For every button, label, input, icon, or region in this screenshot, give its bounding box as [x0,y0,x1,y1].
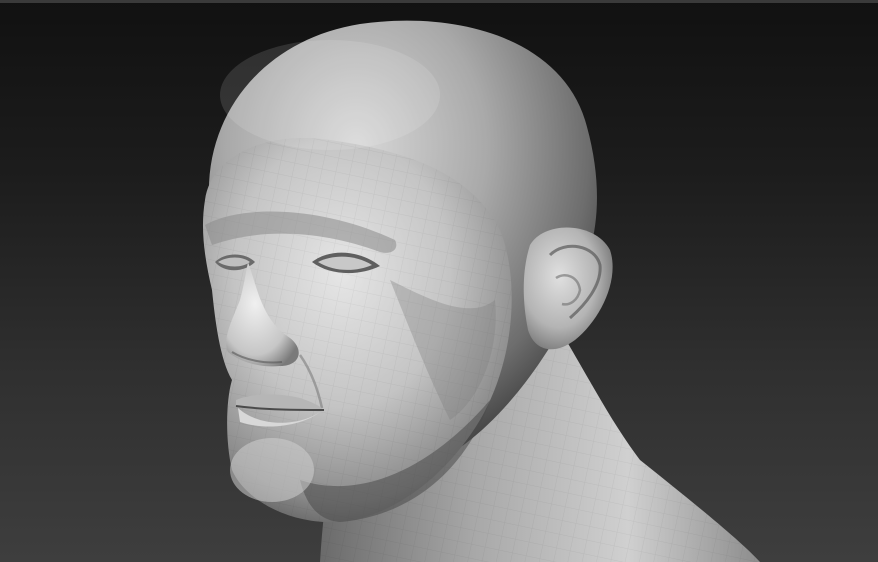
head-sculpt-model[interactable] [0,0,878,562]
skull-highlight [220,40,440,150]
sculpt-viewport[interactable] [0,0,878,562]
chin [230,438,314,502]
